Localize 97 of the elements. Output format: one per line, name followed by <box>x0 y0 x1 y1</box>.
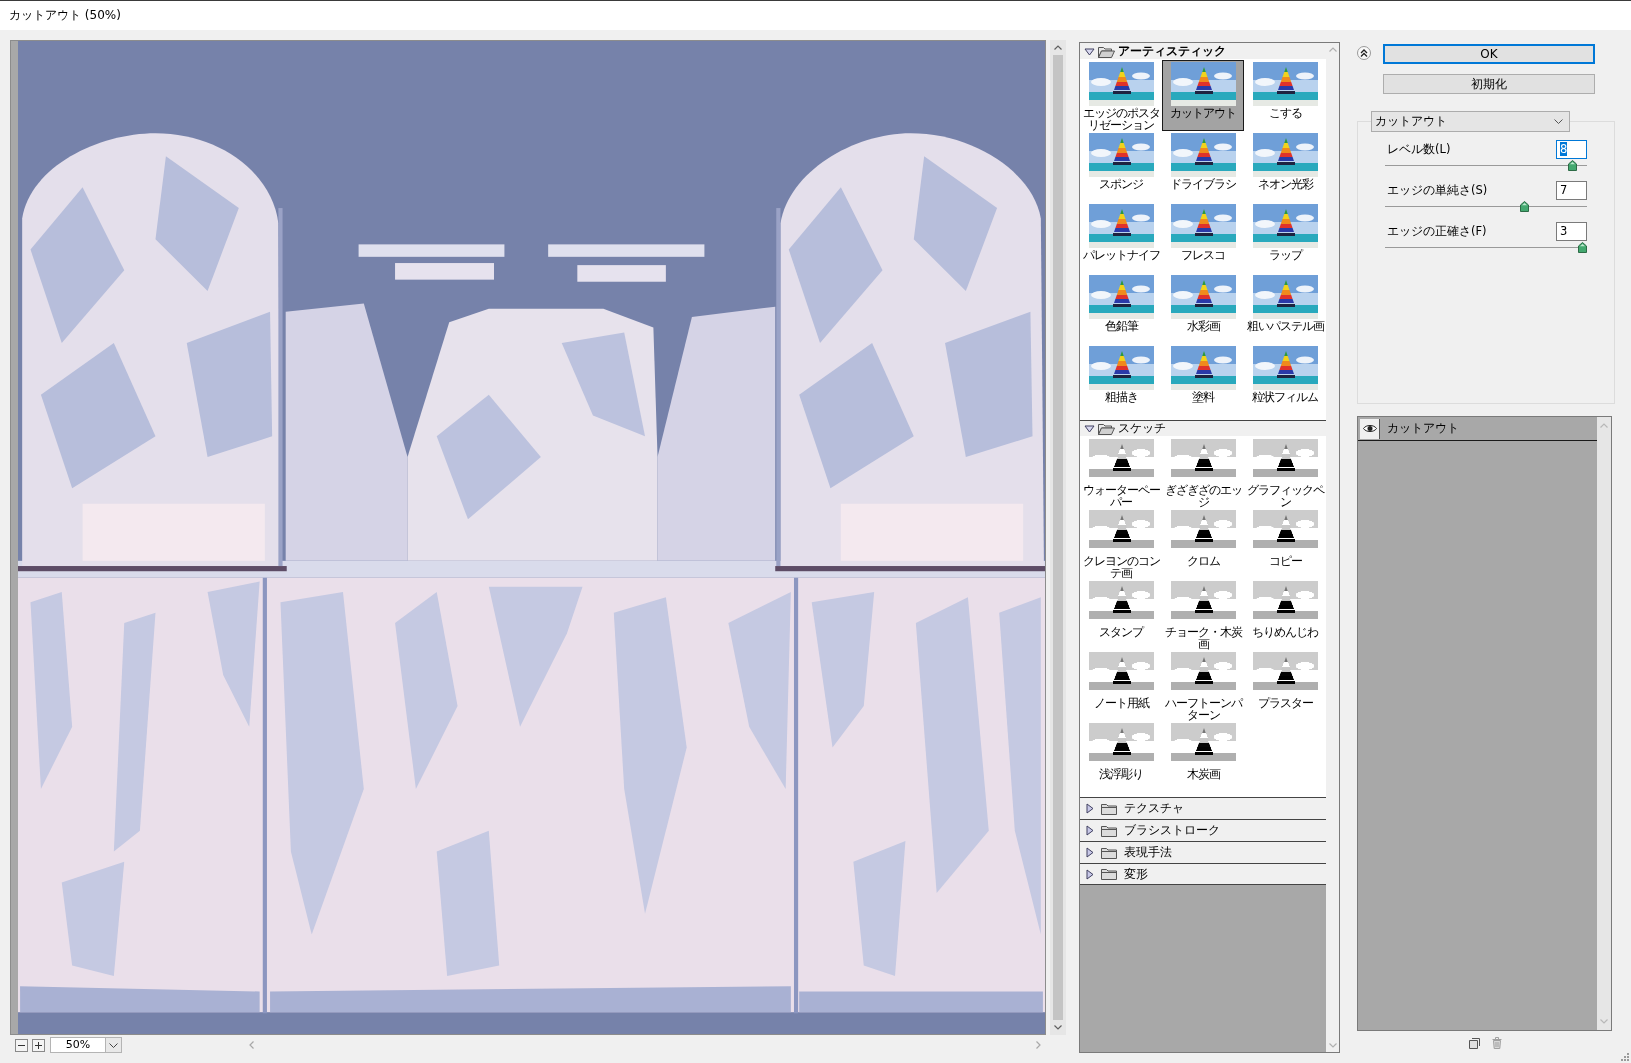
sailboat-thumbnail <box>1170 133 1236 177</box>
zoom-field[interactable]: 50% <box>50 1037 106 1053</box>
filter-item[interactable]: スポンジ <box>1080 131 1162 202</box>
folder-icon <box>1098 422 1115 435</box>
filter-item[interactable]: クレヨンのコンテ画 <box>1080 508 1162 579</box>
filter-item[interactable]: コピー <box>1244 508 1326 579</box>
filter-item[interactable]: 木炭画 <box>1162 721 1244 792</box>
vertical-scrollbar[interactable] <box>1050 40 1066 1035</box>
filter-item[interactable]: こする <box>1244 60 1326 131</box>
sailboat-thumbnail <box>1088 275 1154 319</box>
chevron-down-icon[interactable] <box>1054 1025 1062 1030</box>
zoom-in-button[interactable] <box>32 1038 45 1052</box>
plus-icon <box>35 1041 42 1049</box>
category-header[interactable]: 変形 <box>1080 863 1326 885</box>
sailboat-thumbnail <box>1170 204 1236 248</box>
filter-item[interactable]: プラスター <box>1244 650 1326 721</box>
filter-item[interactable]: ぎざぎざのエッジ <box>1162 437 1244 508</box>
zoom-dropdown-button[interactable] <box>106 1037 122 1053</box>
dialog-button[interactable]: OK <box>1383 44 1595 64</box>
sailboat-thumbnail <box>1252 204 1318 248</box>
category-header[interactable]: アーティスティック <box>1080 43 1326 59</box>
parameter-label: エッジの正確さ(F) <box>1387 223 1487 239</box>
folder-icon <box>1101 802 1117 815</box>
number-field[interactable]: 7 <box>1556 180 1587 200</box>
sailboat-thumbnail <box>1088 204 1154 248</box>
sailboat-thumbnail <box>1088 62 1154 106</box>
folder-icon <box>1101 846 1117 859</box>
layer-name: カットアウト <box>1387 420 1459 437</box>
collapse-button[interactable] <box>1357 46 1371 60</box>
filter-item[interactable]: 粗いパステル画 <box>1244 273 1326 344</box>
sailboat-thumbnail <box>1088 133 1154 177</box>
folder-icon <box>1101 868 1117 880</box>
chevron-down-icon <box>1554 119 1563 124</box>
zoom-out-button[interactable] <box>15 1038 28 1052</box>
filter-item[interactable]: ちりめんじわ <box>1244 579 1326 650</box>
triangle-down-icon <box>1084 424 1095 433</box>
filter-item[interactable]: 粒状フィルム <box>1244 344 1326 415</box>
sailboat-thumbnail <box>1252 133 1318 177</box>
category-header[interactable]: ブラシストローク <box>1080 819 1326 841</box>
filter-item[interactable]: 水彩画 <box>1162 273 1244 344</box>
parameter-label: レベル数(L) <box>1387 141 1451 157</box>
visibility-toggle[interactable] <box>1360 418 1380 439</box>
filter-dropdown[interactable]: カットアウト <box>1371 111 1570 132</box>
filter-item[interactable]: ドライブラシ <box>1162 131 1244 202</box>
filter-item[interactable]: フレスコ <box>1162 202 1244 273</box>
triangle-right-icon <box>1086 847 1094 858</box>
sailboat-thumbnail <box>1170 275 1236 319</box>
category-header[interactable]: 表現手法 <box>1080 841 1326 863</box>
folder-icon <box>1101 824 1117 837</box>
sailboat-thumbnail <box>1252 62 1318 106</box>
category-header[interactable]: テクスチャ <box>1080 797 1326 819</box>
filter-item[interactable]: ネオン光彩 <box>1244 131 1326 202</box>
triangle-right-icon <box>1086 803 1094 814</box>
sailboat-thumbnail <box>1170 346 1236 390</box>
filter-item[interactable]: スタンプ <box>1080 579 1162 650</box>
number-field[interactable]: 3 <box>1556 221 1587 241</box>
chevron-left-icon[interactable] <box>249 1041 254 1049</box>
sailboat-thumbnail <box>1088 346 1154 390</box>
slider-thumb[interactable] <box>1520 201 1530 212</box>
resize-grip-icon[interactable] <box>1620 1052 1629 1061</box>
chevron-up-icon[interactable] <box>1054 45 1062 50</box>
category-header[interactable]: スケッチ <box>1080 420 1326 436</box>
eye-icon <box>1362 424 1377 433</box>
trash-icon[interactable] <box>1492 1037 1502 1049</box>
filter-item[interactable]: ラップ <box>1244 202 1326 273</box>
filter-item[interactable]: エッジのポスタリゼーション <box>1080 60 1162 131</box>
filter-item[interactable]: 色鉛筆 <box>1080 273 1162 344</box>
sailboat-thumbnail <box>1170 62 1236 106</box>
filter-item[interactable]: チョーク・木炭画 <box>1162 579 1244 650</box>
parameter-label: エッジの単純さ(S) <box>1387 182 1488 198</box>
stacked-pages-icon[interactable] <box>1469 1037 1480 1049</box>
filter-item[interactable]: クロム <box>1162 508 1244 579</box>
sailboat-thumbnail <box>1252 346 1318 390</box>
filter-item[interactable]: 浅浮彫り <box>1080 721 1162 792</box>
number-field[interactable]: 8 <box>1556 139 1587 159</box>
window-title: カットアウト (50%) <box>9 7 121 24</box>
filter-item[interactable]: ノート用紙 <box>1080 650 1162 721</box>
layer-row[interactable]: カットアウト <box>1358 417 1597 441</box>
double-chevron-up-icon <box>1360 49 1368 57</box>
slider-thumb[interactable] <box>1578 242 1587 253</box>
dialog-button[interactable]: 初期化 <box>1383 74 1595 94</box>
filter-item[interactable]: 塗料 <box>1162 344 1244 415</box>
filter-item[interactable]: 粗描き <box>1080 344 1162 415</box>
slider-thumb[interactable] <box>1568 160 1578 171</box>
triangle-right-icon <box>1086 868 1094 880</box>
triangle-right-icon <box>1086 825 1094 836</box>
filter-item[interactable]: ハーフトーンパターン <box>1162 650 1244 721</box>
filter-item[interactable]: カットアウト <box>1162 60 1244 131</box>
chevron-down-icon <box>109 1042 118 1048</box>
filter-item[interactable]: パレットナイフ <box>1080 202 1162 273</box>
folder-icon <box>1098 45 1115 58</box>
chevron-right-icon[interactable] <box>1036 1041 1041 1049</box>
filter-item[interactable]: ウォーターペーパー <box>1080 437 1162 508</box>
triangle-down-icon <box>1084 47 1095 56</box>
filter-item[interactable]: グラフィックペン <box>1244 437 1326 508</box>
scrollbar-thumb[interactable] <box>1053 55 1063 1020</box>
sailboat-thumbnail <box>1252 275 1318 319</box>
